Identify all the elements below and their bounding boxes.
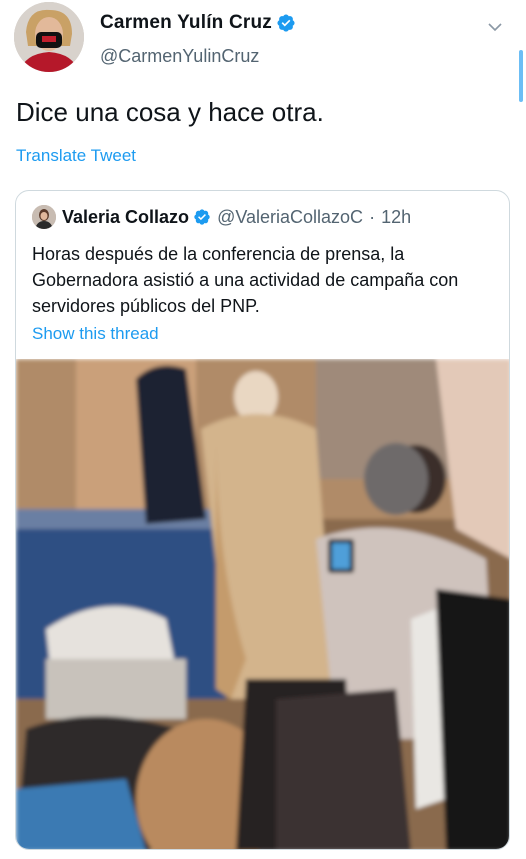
author-name[interactable]: Carmen Yulín Cruz [100,12,272,34]
quoted-tweet-text: Horas después de la conferencia de prens… [32,244,459,316]
quoted-author-name[interactable]: Valeria Collazo [62,207,189,228]
quoted-tweet-header: Valeria Collazo @ValeriaCollazoC · 12h [32,205,411,229]
show-thread-link[interactable]: Show this thread [32,324,159,344]
chevron-down-icon[interactable] [486,18,504,36]
translate-tweet-link[interactable]: Translate Tweet [16,146,136,166]
quoted-tweet[interactable]: Valeria Collazo @ValeriaCollazoC · 12h H… [15,190,510,850]
verified-badge-icon [194,209,210,225]
quoted-author-handle[interactable]: @ValeriaCollazoC [217,207,363,228]
tweet-header: Carmen Yulín Cruz @CarmenYulinCruz [14,2,514,74]
scrollbar[interactable] [519,50,523,102]
author-handle[interactable]: @CarmenYulinCruz [100,46,259,67]
verified-badge-icon [277,14,295,32]
video-thumbnail[interactable] [16,359,509,849]
quoted-author-avatar[interactable] [32,205,56,229]
author-avatar[interactable] [14,2,84,72]
quoted-timestamp[interactable]: 12h [381,207,411,228]
separator-dot: · [369,206,376,227]
tweet-text: Dice una cosa y hace otra. [16,97,324,127]
